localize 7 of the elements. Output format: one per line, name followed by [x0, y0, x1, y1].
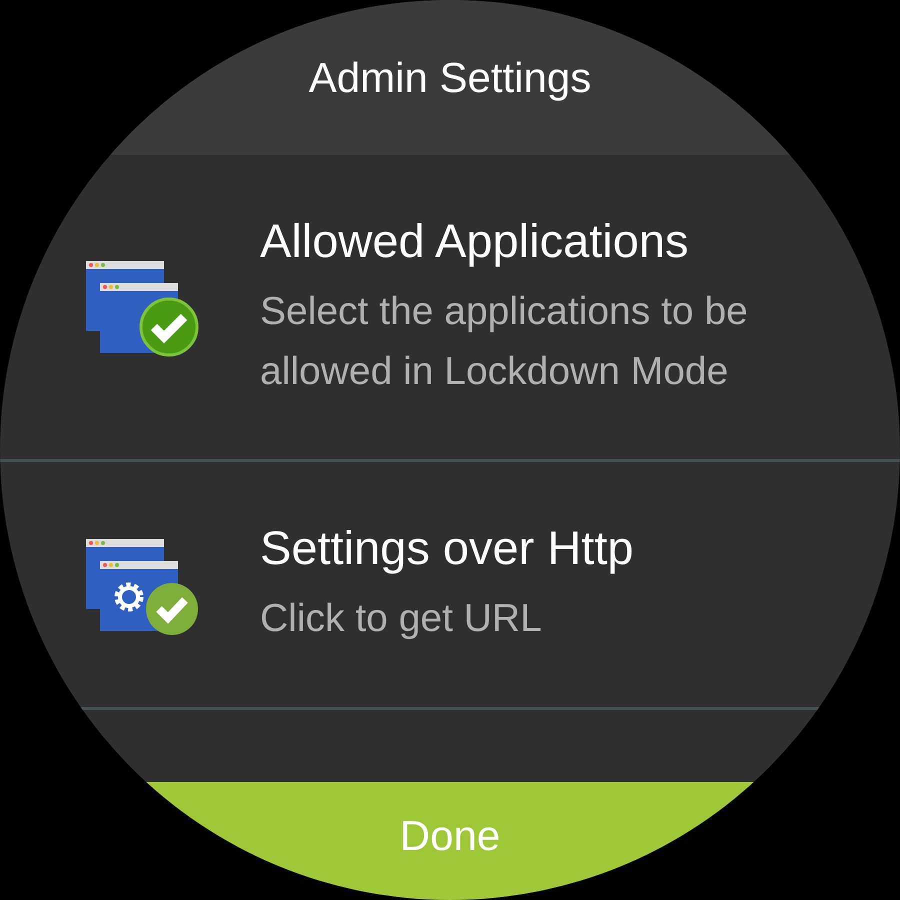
settings-item[interactable]: Allowed Applications Select the applications to be allowed in Lockdown Mode: [0, 155, 900, 462]
item-subtitle: Click to get URL: [260, 596, 543, 642]
item-subtitle: Select the applications to be allowed in Lockdown Mode: [260, 288, 749, 394]
screen-title: Admin Settings: [308, 54, 592, 102]
settings-item[interactable]: Settings over Http Click to get URL: [0, 462, 900, 710]
item-title: Settings over Http: [260, 520, 635, 575]
item-title: Allowed Applications: [260, 212, 690, 268]
